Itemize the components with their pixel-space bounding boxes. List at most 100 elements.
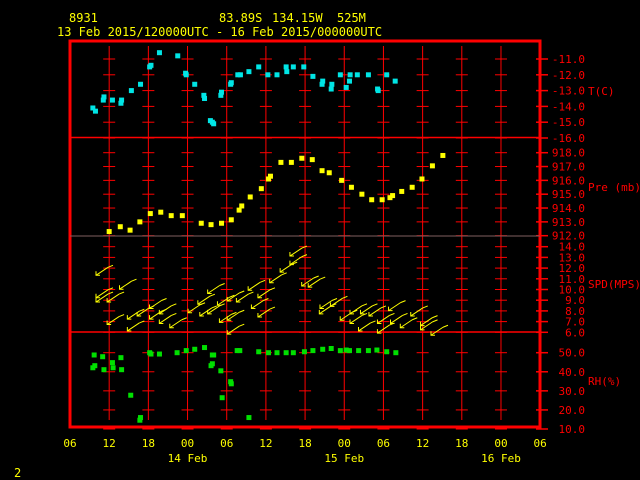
data-point-pressure bbox=[147, 211, 153, 217]
wind-barb-shaft bbox=[95, 289, 109, 299]
y-tick-label: 917.0 bbox=[552, 161, 585, 174]
wind-barb-shaft bbox=[360, 305, 373, 315]
wind-barb-shaft bbox=[390, 315, 403, 324]
data-point-temperature bbox=[347, 72, 353, 78]
wind-barb-feather bbox=[248, 291, 254, 295]
data-point-relative_humidity bbox=[301, 349, 307, 355]
wind-barb-shaft bbox=[319, 305, 332, 315]
wind-barb-shaft bbox=[279, 263, 293, 273]
wind-barb-shaft bbox=[349, 315, 363, 324]
data-point-pressure bbox=[239, 203, 245, 209]
wind-barb-feather bbox=[370, 320, 376, 324]
wind-barb bbox=[187, 302, 206, 314]
data-point-temperature bbox=[384, 72, 390, 78]
data-point-temperature bbox=[392, 78, 398, 84]
data-point-pressure bbox=[179, 213, 185, 219]
y-tick-label: 913.0 bbox=[552, 216, 585, 229]
wind-barb-feather bbox=[171, 312, 177, 316]
wind-barb-feather bbox=[389, 312, 395, 316]
data-point-temperature bbox=[119, 97, 125, 103]
y-tick-label: 915.0 bbox=[552, 188, 585, 201]
wind-barb-shaft bbox=[430, 326, 444, 336]
wind-barb-shaft bbox=[95, 266, 109, 276]
wind-barb bbox=[349, 303, 368, 315]
data-point-pressure bbox=[198, 220, 204, 226]
data-point-relative_humidity bbox=[100, 354, 106, 360]
y-tick-label: 916.0 bbox=[552, 174, 585, 187]
wind-barb-feather bbox=[432, 319, 438, 323]
data-point-relative_humidity bbox=[246, 415, 252, 421]
data-point-temperature bbox=[138, 81, 144, 87]
wind-barb-feather bbox=[313, 275, 319, 279]
data-point-temperature bbox=[328, 86, 334, 92]
panel-label-wind_speed: SPD(MPS) bbox=[588, 278, 640, 291]
data-point-pressure bbox=[137, 219, 143, 225]
data-point-relative_humidity bbox=[110, 365, 116, 371]
data-point-temperature bbox=[183, 72, 189, 78]
wind-barb-feather bbox=[239, 309, 245, 313]
data-point-relative_humidity bbox=[202, 345, 208, 351]
y-tick-label: 918.0 bbox=[552, 147, 585, 160]
wind-barb-feather bbox=[281, 272, 287, 276]
data-point-temperature bbox=[290, 64, 296, 70]
data-point-relative_humidity bbox=[118, 355, 124, 361]
x-tick-label: 06 bbox=[63, 437, 76, 450]
data-point-relative_humidity bbox=[266, 350, 272, 356]
wind-barb-feather bbox=[269, 287, 276, 291]
x-date-label: 14 Feb bbox=[168, 452, 208, 465]
data-point-pressure bbox=[106, 229, 112, 235]
data-point-pressure bbox=[339, 177, 345, 183]
data-point-relative_humidity bbox=[283, 350, 289, 356]
wind-barb-shaft bbox=[410, 307, 424, 317]
x-tick-label: 00 bbox=[338, 437, 351, 450]
wind-barb bbox=[349, 312, 368, 324]
data-point-temperature bbox=[329, 81, 335, 87]
wind-barb-feather bbox=[361, 303, 368, 307]
wind-barb-shaft bbox=[127, 322, 140, 332]
y-tick-label: 20.0 bbox=[559, 404, 586, 417]
data-point-pressure bbox=[218, 220, 224, 226]
data-point-pressure bbox=[359, 191, 365, 197]
data-point-pressure bbox=[168, 213, 174, 219]
wind-barb bbox=[339, 309, 358, 321]
chart-canvas: -11.0-12.0-13.0-14.0-15.0-16.0T(C)918.09… bbox=[63, 39, 640, 465]
data-point-relative_humidity bbox=[219, 395, 225, 401]
data-point-relative_humidity bbox=[101, 367, 107, 373]
data-point-pressure bbox=[429, 163, 435, 169]
data-point-temperature bbox=[256, 64, 262, 70]
wind-barb-feather bbox=[118, 291, 125, 295]
data-point-pressure bbox=[247, 194, 253, 200]
data-point-relative_humidity bbox=[156, 351, 162, 357]
data-point-relative_humidity bbox=[310, 348, 316, 354]
wind-barb bbox=[197, 293, 216, 305]
y-tick-label: -12.0 bbox=[552, 69, 585, 82]
wind-barb bbox=[269, 272, 287, 284]
data-point-relative_humidity bbox=[128, 392, 134, 398]
wind-barb-shaft bbox=[236, 293, 249, 303]
wind-barb-shaft bbox=[257, 289, 271, 299]
wind-barb-shaft bbox=[330, 297, 343, 307]
wind-barb bbox=[158, 303, 177, 315]
wind-barb-shaft bbox=[368, 307, 382, 317]
wind-barb-feather bbox=[118, 314, 125, 317]
panel-label-relative_humidity: RH(%) bbox=[588, 375, 621, 388]
data-point-relative_humidity bbox=[374, 347, 380, 353]
data-point-pressure bbox=[309, 157, 315, 163]
data-point-pressure bbox=[399, 188, 405, 194]
panel-label-pressure: Pre (mb) bbox=[588, 181, 640, 194]
wind-barb bbox=[279, 261, 298, 273]
y-tick-label: 50.0 bbox=[559, 347, 586, 360]
x-tick-label: 06 bbox=[534, 437, 547, 450]
x-tick-label: 00 bbox=[181, 437, 194, 450]
data-point-temperature bbox=[354, 72, 360, 78]
wind-barb bbox=[95, 264, 114, 276]
data-point-temperature bbox=[211, 121, 217, 127]
data-point-relative_humidity bbox=[92, 363, 98, 369]
data-point-temperature bbox=[218, 89, 224, 95]
y-tick-label: -16.0 bbox=[552, 132, 585, 145]
data-point-relative_humidity bbox=[119, 367, 125, 373]
data-point-pressure bbox=[117, 224, 123, 230]
x-tick-label: 18 bbox=[142, 437, 155, 450]
x-tick-label: 06 bbox=[220, 437, 233, 450]
data-point-relative_humidity bbox=[237, 348, 243, 354]
